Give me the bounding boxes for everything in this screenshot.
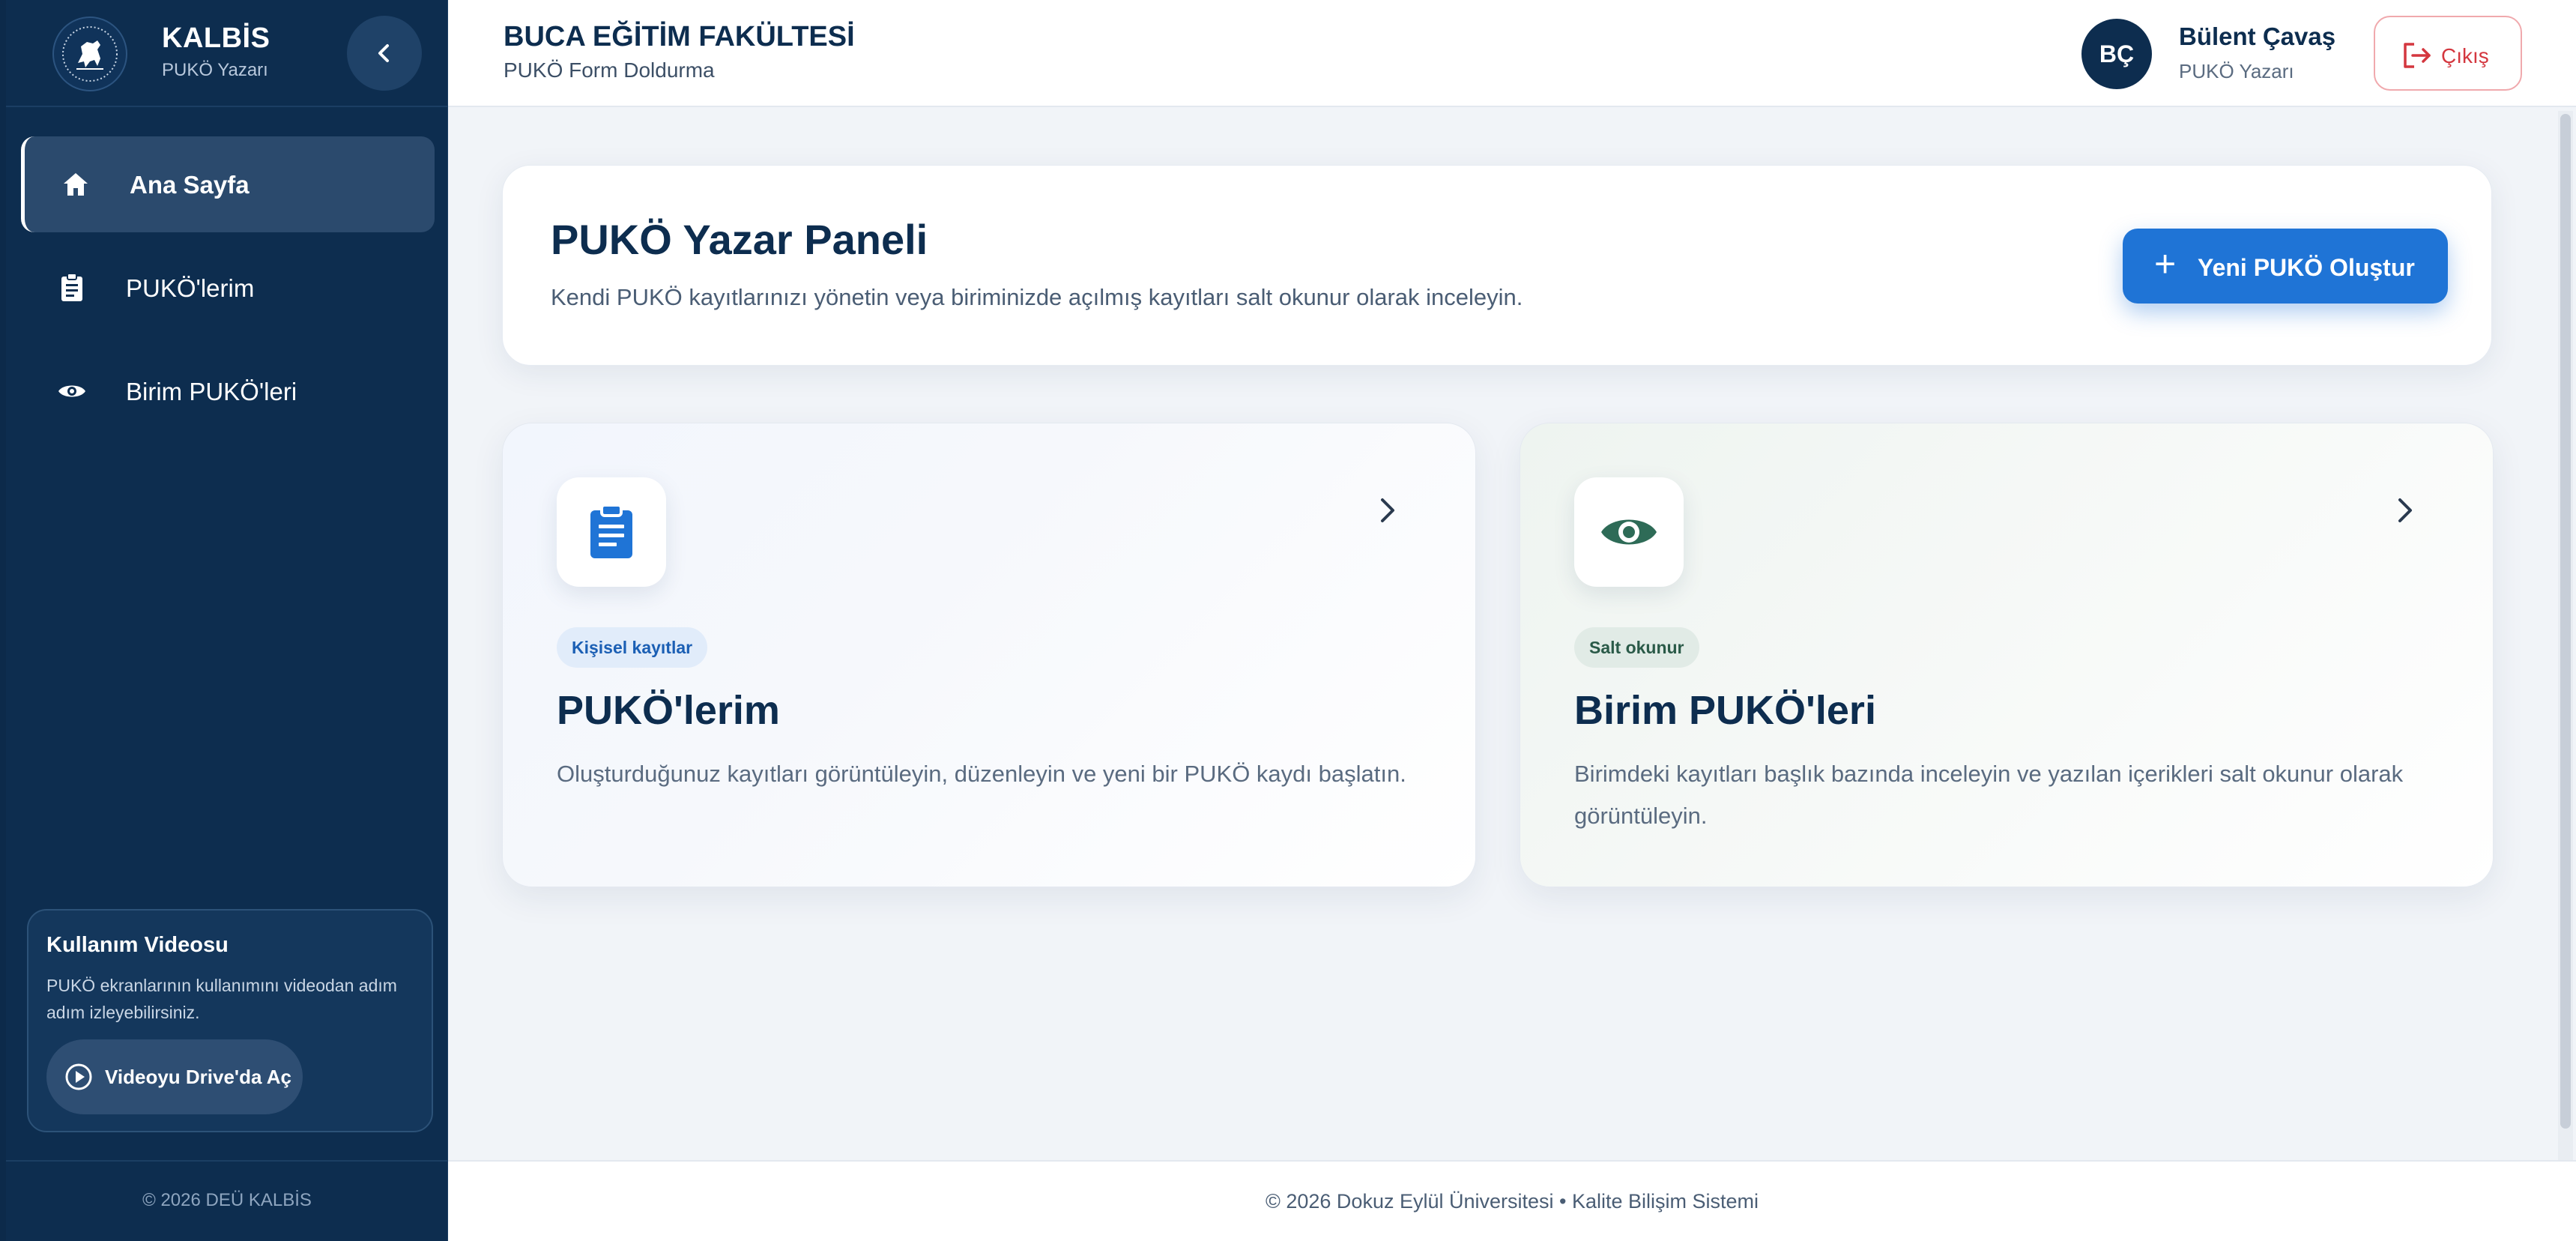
avatar: BÇ xyxy=(2081,19,2152,89)
status-badge: Salt okunur xyxy=(1574,627,1699,668)
clipboard-icon xyxy=(557,477,666,587)
sidebar-collapse-button[interactable] xyxy=(347,16,422,91)
video-card-title: Kullanım Videosu xyxy=(46,933,229,957)
card-pukolerim[interactable]: Kişisel kayıtlar PUKÖ'lerim Oluşturduğun… xyxy=(502,423,1476,887)
eye-icon xyxy=(57,376,87,406)
user-role: PUKÖ Yazarı xyxy=(2179,60,2294,82)
chevron-right-icon xyxy=(1381,498,1394,522)
card-title: PUKÖ'lerim xyxy=(557,688,780,733)
page-description: Kendi PUKÖ kayıtlarınızı yönetin veya bi… xyxy=(551,284,1523,310)
page-footer: © 2026 Dokuz Eylül Üniversitesi • Kalite… xyxy=(448,1160,2576,1241)
video-card-description: PUKÖ ekranlarının kullanımını videodan a… xyxy=(46,976,397,1022)
plus-icon: + xyxy=(2154,243,2177,285)
sidebar-footer: © 2026 DEÜ KALBİS xyxy=(6,1160,448,1241)
faculty-title: BUCA EĞİTİM FAKÜLTESİ xyxy=(504,21,855,52)
page-title: PUKÖ Yazar Paneli xyxy=(551,216,928,263)
page-subtitle: PUKÖ Form Doldurma xyxy=(504,58,715,82)
logout-button[interactable]: Çıkış xyxy=(2374,16,2522,91)
sidebar-item-label: Birim PUKÖ'leri xyxy=(126,378,297,405)
sidebar-brand: KALBİS PUKÖ Yazarı xyxy=(6,0,448,107)
play-circle-icon xyxy=(65,1063,92,1090)
user-name: Bülent Çavaş xyxy=(2179,22,2336,50)
brand-title: KALBİS xyxy=(162,22,270,54)
open-video-button[interactable]: Videoyu Drive'da Aç xyxy=(46,1039,303,1114)
logout-label: Çıkış xyxy=(2441,44,2489,67)
main-content: BUCA EĞİTİM FAKÜLTESİ PUKÖ Form Doldurma… xyxy=(448,0,2576,1241)
home-icon xyxy=(61,169,91,199)
logout-icon xyxy=(2404,43,2431,68)
status-badge: Kişisel kayıtlar xyxy=(557,627,708,668)
card-birim-pukoleri[interactable]: Salt okunur Birim PUKÖ'leri Birimdeki ka… xyxy=(1520,423,2494,887)
open-video-label: Videoyu Drive'da Aç xyxy=(105,1066,291,1088)
card-title: Birim PUKÖ'leri xyxy=(1574,688,1876,733)
university-logo-icon xyxy=(52,16,127,91)
card-description: Birimdeki kayıtları başlık bazında incel… xyxy=(1574,761,2404,829)
top-bar: BUCA EĞİTİM FAKÜLTESİ PUKÖ Form Doldurma… xyxy=(448,0,2576,107)
chevron-left-icon xyxy=(378,44,389,62)
scrollbar-thumb[interactable] xyxy=(2560,114,2571,1129)
footer-copyright: © 2026 Dokuz Eylül Üniversitesi • Kalite… xyxy=(1265,1190,1759,1213)
clipboard-icon xyxy=(57,273,87,303)
chevron-right-icon xyxy=(2398,498,2412,522)
card-description: Oluşturduğunuz kayıtları görüntüleyin, d… xyxy=(557,761,1406,787)
brand-subtitle: PUKÖ Yazarı xyxy=(162,60,268,80)
sidebar-item-birim-pukoleri[interactable]: Birim PUKÖ'leri xyxy=(21,343,435,439)
sidebar-item-pukolerim[interactable]: PUKÖ'lerim xyxy=(21,240,435,336)
sidebar: KALBİS PUKÖ Yazarı Ana Sayfa PUKÖ'lerim … xyxy=(6,0,448,1241)
sidebar-copyright: © 2026 DEÜ KALBİS xyxy=(142,1190,312,1210)
sidebar-item-label: PUKÖ'lerim xyxy=(126,274,255,302)
new-puko-button[interactable]: + Yeni PUKÖ Oluştur xyxy=(2123,229,2448,304)
new-puko-label: Yeni PUKÖ Oluştur xyxy=(2198,254,2415,281)
usage-video-card: Kullanım Videosu PUKÖ ekranlarının kulla… xyxy=(27,909,433,1132)
eye-icon xyxy=(1574,477,1684,587)
hero-panel: PUKÖ Yazar Paneli Kendi PUKÖ kayıtlarını… xyxy=(502,165,2492,366)
sidebar-item-label: Ana Sayfa xyxy=(130,171,250,199)
sidebar-item-ana-sayfa[interactable]: Ana Sayfa xyxy=(21,136,435,232)
scrollbar[interactable] xyxy=(2558,111,2573,1162)
